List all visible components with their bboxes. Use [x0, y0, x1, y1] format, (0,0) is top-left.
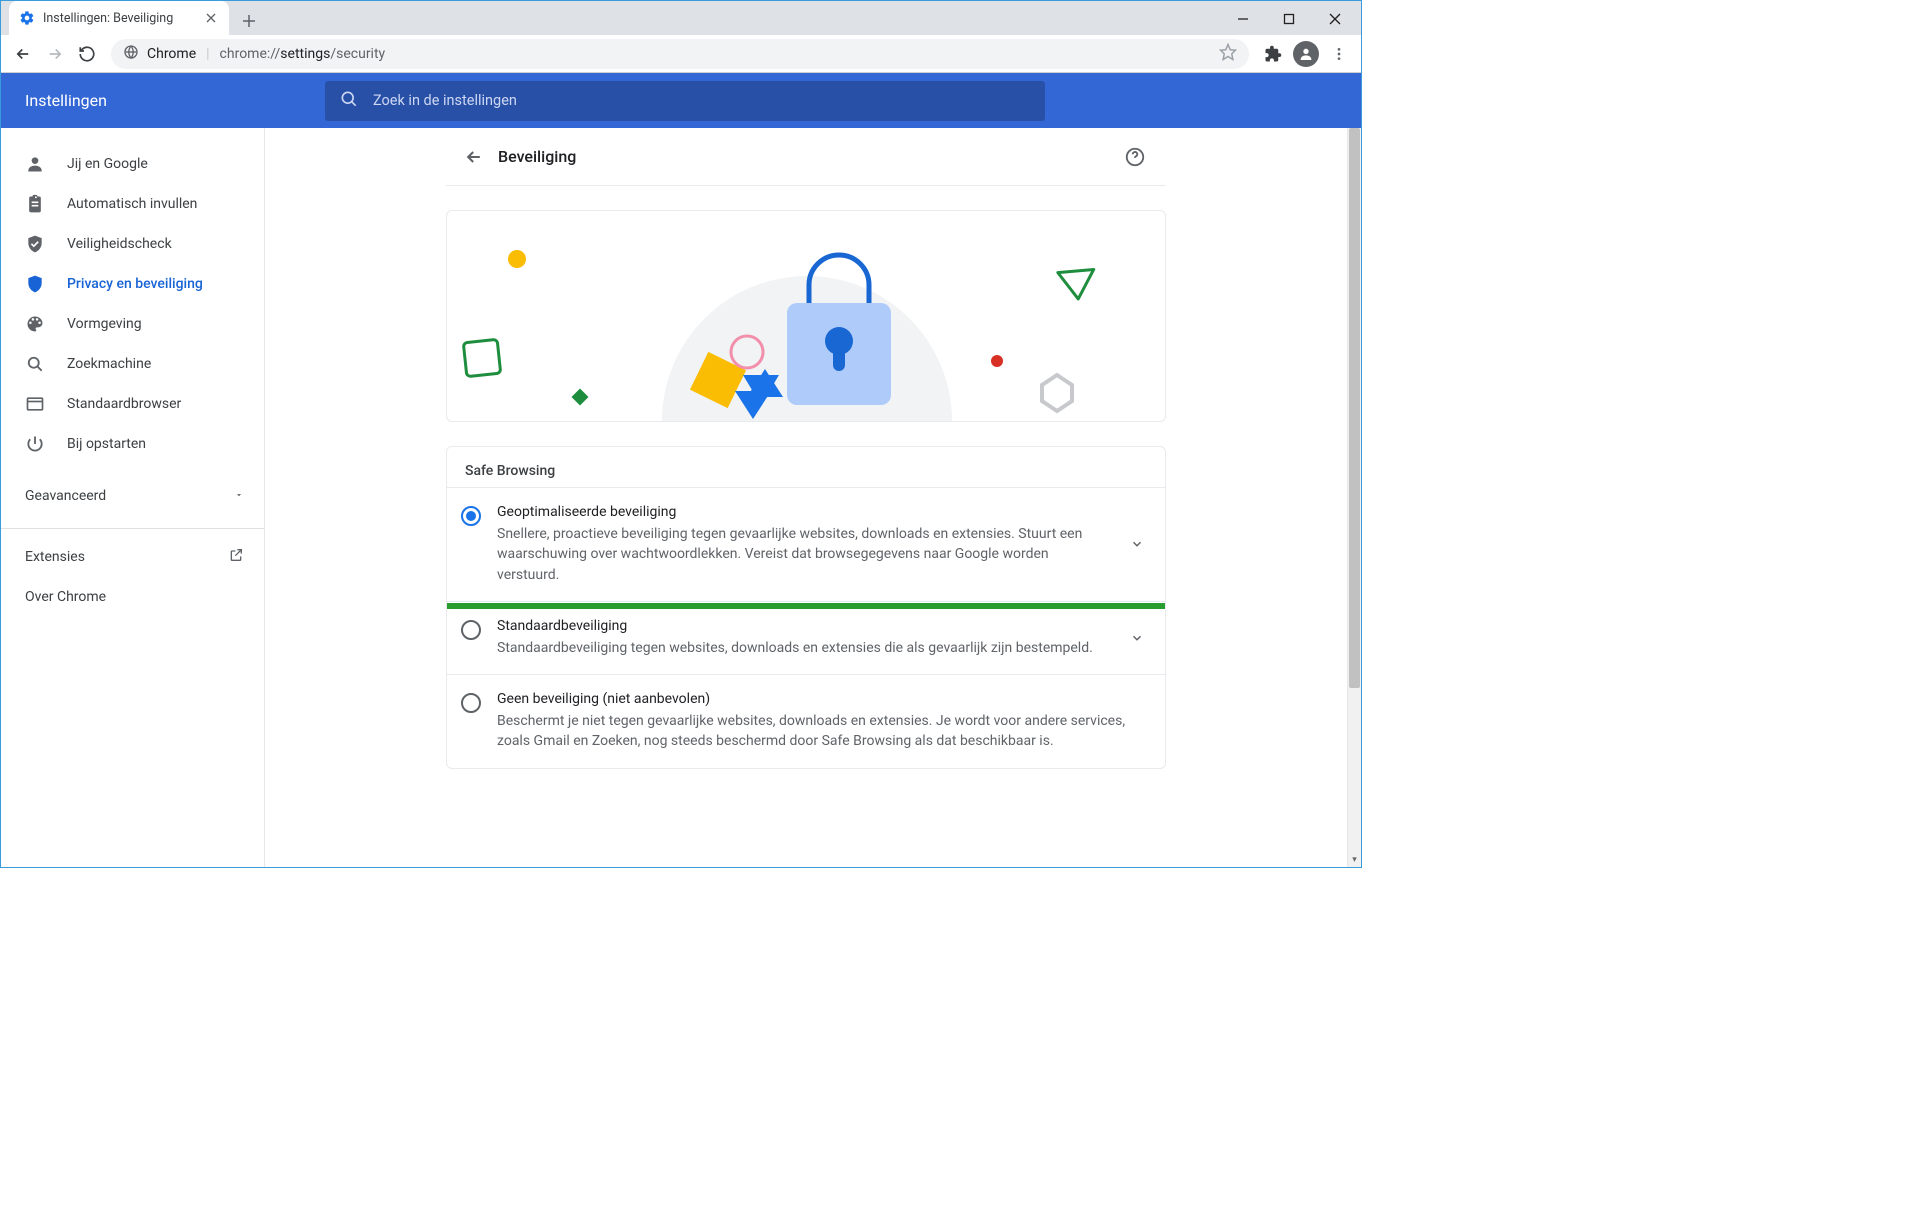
- address-bar[interactable]: Chrome | chrome://settings/security: [111, 39, 1249, 69]
- search-icon: [339, 89, 359, 113]
- security-illustration: [447, 211, 1165, 421]
- sidebar-item-privacy-security[interactable]: Privacy en beveiliging: [1, 264, 264, 304]
- settings-gear-icon: [19, 10, 35, 26]
- shield-icon: [25, 274, 45, 294]
- sidebar-about-chrome[interactable]: Over Chrome: [1, 577, 264, 617]
- tab-title: Instellingen: Beveiliging: [43, 11, 173, 26]
- option-title: Geen beveiliging (niet aanbevolen): [497, 691, 1153, 707]
- sidebar-item-default-browser[interactable]: Standaardbrowser: [1, 384, 264, 424]
- settings-search[interactable]: [325, 81, 1045, 121]
- palette-icon: [25, 314, 45, 334]
- settings-sidebar: Jij en Google Automatisch invullen Veili…: [1, 128, 265, 867]
- scrollbar[interactable]: ▾: [1347, 128, 1361, 867]
- safe-browsing-card: Safe Browsing Geoptimaliseerde beveiligi…: [446, 446, 1166, 769]
- page-back-button[interactable]: [456, 139, 492, 175]
- magnifier-icon: [25, 354, 45, 374]
- nav-forward-button[interactable]: [39, 38, 71, 70]
- settings-header: Instellingen: [1, 73, 1361, 128]
- site-info-icon[interactable]: [123, 44, 139, 64]
- radio-enhanced[interactable]: [461, 506, 481, 526]
- illustration-card: [446, 210, 1166, 422]
- new-tab-button[interactable]: [235, 7, 263, 35]
- option-no-protection[interactable]: Geen beveiliging (niet aanbevolen) Besch…: [447, 674, 1165, 768]
- window-minimize-button[interactable]: [1221, 5, 1265, 33]
- window-maximize-button[interactable]: [1267, 5, 1311, 33]
- option-title: Standaardbeveiliging: [497, 618, 1113, 634]
- page-title: Beveiliging: [498, 147, 576, 166]
- window-close-button[interactable]: [1313, 5, 1357, 33]
- profile-avatar-button[interactable]: [1293, 41, 1319, 67]
- bookmark-star-icon[interactable]: [1219, 43, 1237, 65]
- omnibox-label: Chrome: [147, 46, 196, 62]
- window-icon: [25, 394, 45, 414]
- expand-button[interactable]: [1121, 528, 1153, 560]
- sidebar-item-autofill[interactable]: Automatisch invullen: [1, 184, 264, 224]
- radio-none[interactable]: [461, 693, 481, 713]
- sidebar-extensions-link[interactable]: Extensies: [1, 537, 264, 577]
- shield-check-icon: [25, 234, 45, 254]
- extensions-button[interactable]: [1257, 38, 1289, 70]
- tab-strip: Instellingen: Beveiliging: [1, 1, 1361, 35]
- option-standard-protection[interactable]: Standaardbeveiliging Standaardbeveiligin…: [447, 601, 1165, 674]
- sidebar-item-on-startup[interactable]: Bij opstarten: [1, 424, 264, 464]
- power-icon: [25, 434, 45, 454]
- browser-tab[interactable]: Instellingen: Beveiliging: [9, 1, 229, 35]
- window-controls: [1221, 5, 1357, 33]
- option-description: Snellere, proactieve beveiliging tegen g…: [497, 524, 1113, 585]
- scrollbar-thumb[interactable]: [1349, 128, 1360, 688]
- browser-toolbar: Chrome | chrome://settings/security: [1, 35, 1361, 73]
- sidebar-item-appearance[interactable]: Vormgeving: [1, 304, 264, 344]
- tab-close-button[interactable]: [203, 10, 219, 26]
- option-description: Beschermt je niet tegen gevaarlijke webs…: [497, 711, 1153, 752]
- page-header: Beveiliging: [446, 128, 1166, 186]
- sidebar-item-search-engine[interactable]: Zoekmachine: [1, 344, 264, 384]
- section-title: Safe Browsing: [447, 447, 1165, 487]
- nav-reload-button[interactable]: [71, 38, 103, 70]
- person-icon: [25, 154, 45, 174]
- external-link-icon: [228, 547, 244, 567]
- radio-standard[interactable]: [461, 620, 481, 640]
- chrome-menu-button[interactable]: [1323, 38, 1355, 70]
- settings-content: Beveiliging: [265, 128, 1347, 867]
- settings-search-input[interactable]: [373, 92, 1031, 109]
- settings-title: Instellingen: [25, 91, 107, 110]
- help-button[interactable]: [1124, 146, 1146, 168]
- option-enhanced-protection[interactable]: Geoptimaliseerde beveiliging Snellere, p…: [447, 487, 1165, 601]
- option-title: Geoptimaliseerde beveiliging: [497, 504, 1113, 520]
- sidebar-item-safety-check[interactable]: Veiligheidscheck: [1, 224, 264, 264]
- sidebar-advanced-toggle[interactable]: Geavanceerd: [1, 472, 264, 520]
- scroll-down-arrow[interactable]: ▾: [1348, 853, 1361, 867]
- nav-back-button[interactable]: [7, 38, 39, 70]
- clipboard-icon: [25, 194, 45, 214]
- sidebar-item-you-and-google[interactable]: Jij en Google: [1, 144, 264, 184]
- omnibox-url: chrome://settings/security: [220, 46, 386, 62]
- expand-button[interactable]: [1121, 622, 1153, 654]
- option-description: Standaardbeveiliging tegen websites, dow…: [497, 638, 1113, 658]
- chevron-down-icon: [234, 488, 244, 504]
